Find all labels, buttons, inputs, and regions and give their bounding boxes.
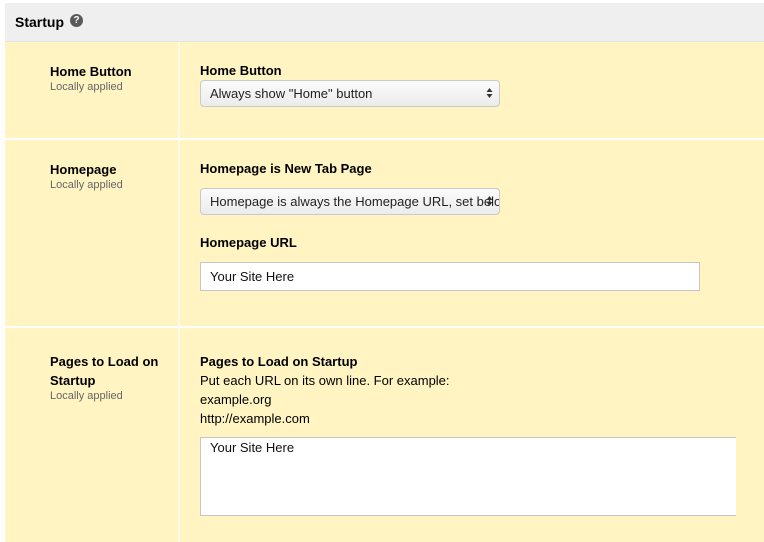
startup-panel: Startup ? Home Button Locally applied Ho… [5, 3, 764, 542]
policy-list: Home Button Locally applied Home Button … [5, 42, 764, 542]
policy-settings: Pages to Load on Startup Put each URL on… [180, 328, 764, 542]
policy-row-home-button: Home Button Locally applied Home Button … [5, 42, 764, 140]
section-title: Startup [15, 14, 64, 30]
field-label: Pages to Load on Startup [200, 354, 358, 369]
field-label: Homepage is New Tab Page [200, 161, 372, 176]
policy-info: Homepage Locally applied [5, 140, 180, 326]
field-description: Put each URL on its own line. For exampl… [200, 373, 450, 388]
question-circle-icon[interactable]: ? [70, 13, 83, 27]
policy-status: Locally applied [50, 390, 123, 402]
select-arrows-icon [486, 196, 493, 206]
section-header: Startup ? [5, 3, 764, 42]
policy-name: Homepage [50, 162, 117, 177]
policy-row-homepage: Homepage Locally applied Homepage is New… [5, 140, 764, 328]
field-label: Homepage URL [200, 235, 297, 250]
select-arrows-icon [486, 88, 493, 98]
policy-status: Locally applied [50, 81, 123, 93]
select-value: Homepage is always the Homepage URL, set… [210, 194, 500, 209]
field-label: Home Button [200, 63, 282, 78]
home-button-select[interactable]: Always show "Home" button [200, 80, 500, 107]
policy-name: Home Button [50, 64, 132, 79]
homepage-url-input[interactable]: Your Site Here [200, 262, 700, 291]
homepage-new-tab-select[interactable]: Homepage is always the Homepage URL, set… [200, 188, 500, 215]
policy-info: Home Button Locally applied [5, 42, 180, 138]
policy-info: Pages to Load on Startup Locally applied [5, 328, 180, 542]
policy-settings: Homepage is New Tab Page Homepage is alw… [180, 140, 764, 326]
example-line: http://example.com [200, 411, 310, 426]
policy-status: Locally applied [50, 179, 123, 191]
policy-settings: Home Button Always show "Home" button [180, 42, 764, 138]
select-value: Always show "Home" button [210, 86, 373, 101]
example-line: example.org [200, 392, 272, 407]
policy-row-pages-to-load: Pages to Load on Startup Locally applied… [5, 328, 764, 542]
startup-pages-textarea[interactable]: Your Site Here [200, 437, 736, 516]
policy-name: Pages to Load on Startup [50, 354, 159, 388]
